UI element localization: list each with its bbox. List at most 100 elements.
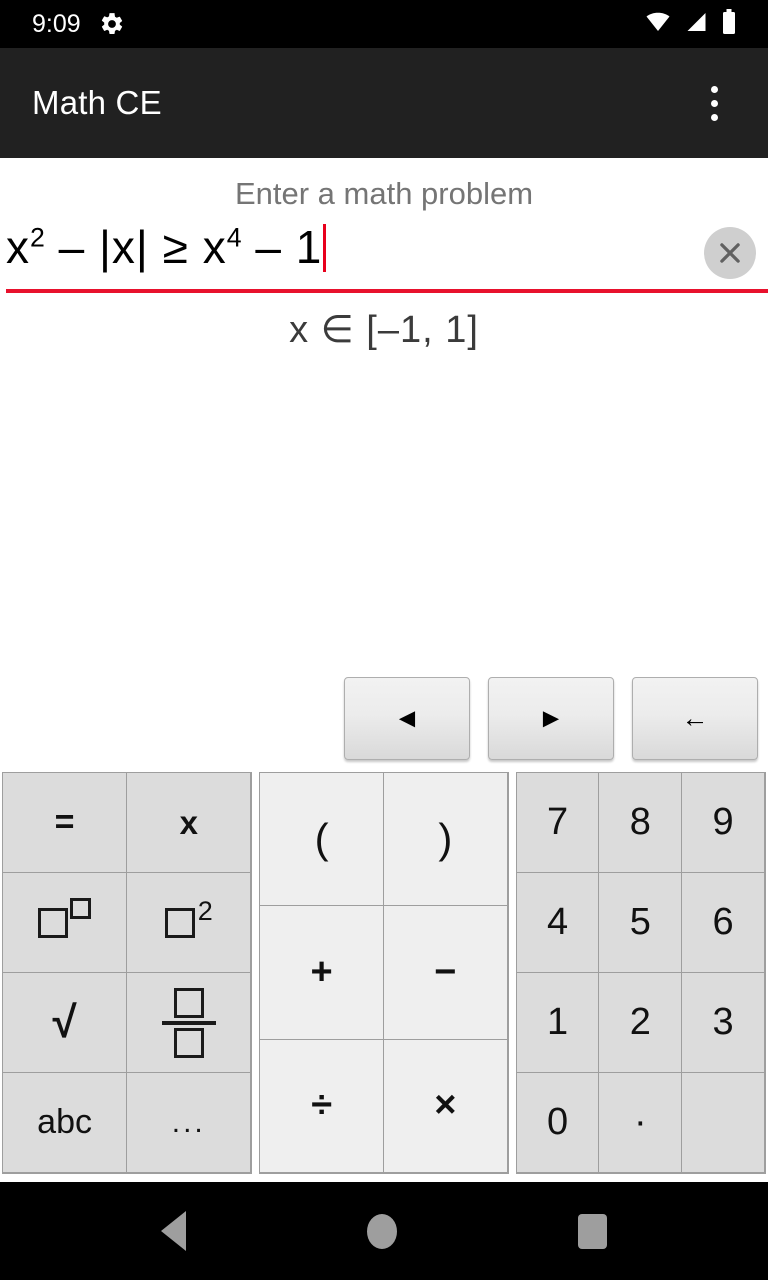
key-variable-x[interactable]: x (126, 772, 252, 873)
expr-base-1: x (6, 221, 30, 273)
move-cursor-right-button[interactable]: ► (488, 677, 614, 760)
overflow-menu-icon[interactable] (692, 77, 736, 129)
system-navigation-bar (0, 1182, 768, 1280)
key-label: 7 (546, 801, 569, 843)
key-four[interactable]: 4 (515, 872, 600, 973)
key-power-box[interactable] (2, 872, 128, 973)
expression-row[interactable]: x2 – |x| ≥ x4 – 1 (6, 223, 768, 287)
key-multiply[interactable]: × (382, 1038, 508, 1173)
fraction-bar (161, 1020, 216, 1025)
key-one[interactable]: 1 (515, 972, 600, 1073)
app-bar: Math CE (0, 48, 768, 158)
system-recents-icon[interactable] (578, 1213, 608, 1249)
key-label: 6 (712, 901, 734, 943)
expr-exponent-1: 2 (30, 222, 45, 253)
key-plus[interactable]: + (259, 905, 384, 1040)
radical-icon: √ (52, 997, 77, 1047)
key-label: x (179, 803, 198, 841)
key-label: abc (37, 1103, 92, 1141)
overflow-dot (710, 113, 718, 121)
key-label: 2 (629, 1001, 651, 1043)
key-label: − (434, 950, 457, 993)
key-five[interactable]: 5 (598, 872, 683, 973)
system-home-icon[interactable] (366, 1213, 397, 1249)
key-equals[interactable]: = (2, 772, 128, 873)
input-underline (6, 289, 768, 293)
key-open-paren[interactable]: ( (259, 772, 384, 907)
status-time: 9:09 (32, 9, 81, 38)
backspace-button[interactable]: ← (632, 677, 758, 760)
key-seven[interactable]: 7 (515, 772, 600, 873)
answer-text: x ∈ [–1, 1] (289, 309, 479, 351)
cellular-signal-icon (683, 10, 710, 39)
fraction-icon (161, 987, 216, 1058)
key-empty (681, 1072, 765, 1173)
key-three[interactable]: 3 (681, 972, 765, 1073)
exponent-two-label: 2 (197, 895, 213, 926)
triangle-left-icon: ◄ (393, 703, 421, 733)
input-hint-label: Enter a math problem (234, 176, 534, 211)
key-fraction[interactable] (126, 972, 252, 1073)
key-label: ÷ (311, 1084, 333, 1127)
gear-icon (99, 11, 125, 37)
app-root: 9:09 Math CE Enter a math problem x2 – |… (0, 0, 768, 1280)
symbol-keypad: = x 2 √ abc ... (2, 772, 253, 1174)
status-bar: 9:09 (0, 0, 768, 48)
key-square-box[interactable]: 2 (126, 872, 252, 973)
cursor-controls: ◄ ► ← (0, 677, 768, 772)
key-label: + (310, 950, 333, 993)
ellipsis-icon: ... (171, 1105, 206, 1139)
key-six[interactable]: 6 (681, 872, 765, 973)
battery-icon (720, 8, 738, 40)
key-label: 8 (629, 801, 651, 843)
overflow-dot (710, 85, 718, 93)
expr-exponent-2: 4 (226, 222, 242, 253)
number-keypad: 7 8 9 4 5 6 1 2 3 0 · (515, 772, 766, 1174)
arrow-left-icon: ← (681, 703, 709, 733)
key-decimal-point[interactable]: · (598, 1072, 683, 1173)
key-eight[interactable]: 8 (598, 772, 683, 873)
operator-keypad: ( ) + − ÷ × (259, 772, 509, 1174)
key-close-paren[interactable]: ) (382, 772, 508, 907)
key-label: ) (438, 815, 453, 863)
expr-mid: – |x| ≥ (44, 221, 203, 273)
keypad-area: = x 2 √ abc ... () + − ÷ × 7 8 9 4 5 6 … (0, 772, 768, 1182)
key-label: 9 (712, 801, 734, 843)
key-label: 4 (546, 901, 569, 943)
wifi-icon (643, 10, 673, 39)
box-base (164, 907, 195, 938)
key-label: × (434, 1084, 457, 1127)
key-label: 1 (546, 1001, 569, 1043)
key-square-root[interactable]: √ (2, 972, 128, 1073)
text-cursor (323, 224, 327, 272)
box-square-icon: 2 (164, 896, 213, 938)
key-nine[interactable]: 9 (681, 772, 765, 873)
key-label: 5 (629, 901, 651, 943)
move-cursor-left-button[interactable]: ◄ (344, 677, 470, 760)
key-zero[interactable]: 0 (515, 1072, 600, 1173)
close-icon (720, 243, 740, 263)
clear-input-button[interactable] (704, 227, 756, 279)
key-two[interactable]: 2 (598, 972, 683, 1073)
key-alphabet[interactable]: abc (2, 1072, 128, 1173)
fraction-numerator-box (173, 987, 204, 1018)
key-more-symbols[interactable]: ... (126, 1072, 252, 1173)
box-power-icon (38, 897, 92, 938)
key-label: 0 (546, 1101, 569, 1143)
key-divide[interactable]: ÷ (259, 1038, 384, 1173)
math-input-area[interactable]: x2 – |x| ≥ x4 – 1 (0, 223, 768, 293)
key-label: = (54, 803, 75, 841)
box-exponent (70, 897, 92, 919)
expression-text[interactable]: x2 – |x| ≥ x4 – 1 (6, 221, 327, 273)
fraction-denominator-box (173, 1027, 204, 1058)
key-label: 3 (712, 1001, 734, 1043)
status-icons (643, 8, 752, 40)
main-content: Enter a math problem x2 – |x| ≥ x4 – 1 x… (0, 158, 768, 772)
triangle-right-icon: ► (537, 703, 565, 733)
expr-tail: – 1 (241, 221, 323, 273)
page-title: Math CE (32, 84, 162, 121)
key-minus[interactable]: − (382, 905, 508, 1040)
system-back-icon[interactable] (160, 1211, 186, 1251)
key-label: · (633, 1101, 647, 1143)
key-label: ( (314, 815, 329, 863)
